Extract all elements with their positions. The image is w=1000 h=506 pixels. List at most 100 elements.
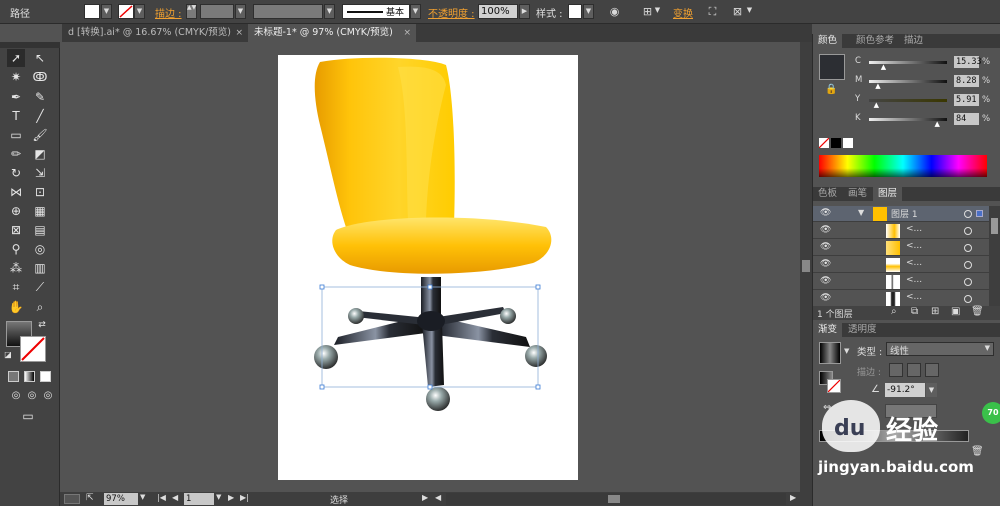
profile-dropdown[interactable]: ▼ <box>324 4 335 19</box>
sublayer-name[interactable]: <... <box>906 292 922 302</box>
graphic-style-swatch[interactable] <box>568 4 582 19</box>
visibility-eye-icon[interactable]: 👁 <box>820 225 831 235</box>
new-sublayer-icon[interactable]: ⊞ <box>931 306 939 317</box>
slider-thumb[interactable]: ▲ <box>874 101 879 109</box>
tab-swatches[interactable]: 色板 <box>813 187 842 201</box>
layer-name[interactable]: 图层 1 <box>891 207 918 220</box>
artboard-page-input[interactable]: 1 <box>184 493 214 505</box>
stroke-weight-stepper[interactable]: ▲▼ <box>186 4 197 19</box>
stroke-weight-label[interactable]: 描边 : <box>155 5 182 20</box>
fill-swatch[interactable] <box>84 4 100 19</box>
isolate-selection-icon[interactable]: ⛶ <box>705 4 720 19</box>
slider-thumb[interactable]: ▲ <box>881 63 886 71</box>
target-circle-icon[interactable] <box>964 278 972 286</box>
next-artboard-icon[interactable]: ▶ <box>228 493 234 502</box>
eyedropper-tool-icon[interactable]: ⚲ <box>7 240 25 258</box>
stroke-color-box[interactable] <box>20 336 46 362</box>
sublayer-name[interactable]: <... <box>906 224 922 234</box>
scale-tool-icon[interactable]: ⇲ <box>31 164 49 182</box>
close-icon[interactable]: × <box>235 24 243 42</box>
visibility-eye-icon[interactable]: 👁 <box>820 276 831 286</box>
color-spectrum-bar[interactable] <box>819 155 987 177</box>
fill-dropdown[interactable]: ▼ <box>101 4 112 19</box>
zoom-tool-icon[interactable]: ⌕ <box>31 298 49 316</box>
selection-tool-icon[interactable]: ➚ <box>7 49 25 67</box>
locate-object-icon[interactable]: ⌕ <box>891 306 897 317</box>
opacity-label[interactable]: 不透明度 : <box>428 5 475 20</box>
canvas-vertical-scrollbar[interactable] <box>800 42 812 492</box>
direct-selection-tool-icon[interactable]: ↖ <box>31 49 49 67</box>
share-icon[interactable]: ⇱ <box>86 493 94 503</box>
artboard-tool-icon[interactable]: ⌗ <box>7 278 25 296</box>
scrollbar-thumb[interactable] <box>991 218 998 234</box>
screen-mode-icon[interactable]: ▭ <box>18 407 38 425</box>
column-graph-tool-icon[interactable]: ▥ <box>31 259 49 277</box>
style-dropdown[interactable]: ▼ <box>583 4 594 19</box>
pen-tool-icon[interactable]: ✒ <box>7 88 25 106</box>
eraser-tool-icon[interactable]: ◩ <box>31 145 49 163</box>
visibility-eye-icon[interactable]: 👁 <box>820 293 831 303</box>
recolor-artwork-icon[interactable]: ◉ <box>607 4 622 19</box>
type-tool-icon[interactable]: T <box>7 107 25 125</box>
perspective-grid-tool-icon[interactable]: ▦ <box>31 202 49 220</box>
visibility-eye-icon[interactable]: 👁 <box>820 208 831 218</box>
stroke-swatch[interactable] <box>118 4 134 19</box>
gradient-mode-icon[interactable] <box>24 371 35 382</box>
scrollbar-thumb[interactable] <box>608 495 620 503</box>
stroke-within-icon[interactable] <box>889 363 903 377</box>
magic-wand-tool-icon[interactable]: ✷ <box>7 68 25 86</box>
brush-definition[interactable]: 基本 <box>342 4 410 19</box>
target-circle-icon[interactable] <box>964 210 972 218</box>
lasso-tool-icon[interactable]: ↂ <box>31 68 49 86</box>
slider-thumb[interactable]: ▲ <box>875 82 880 90</box>
toolbox-grip[interactable] <box>0 42 60 48</box>
width-tool-icon[interactable]: ⋈ <box>7 183 25 201</box>
sublayer-row[interactable]: 👁 <... <box>813 240 989 256</box>
zoom-dropdown-icon[interactable]: ▼ <box>140 493 145 501</box>
sublayer-name[interactable]: <... <box>906 258 922 268</box>
align-dropdown[interactable]: ▼ <box>652 4 663 19</box>
horizontal-scrollbar[interactable] <box>446 493 786 505</box>
gradient-preview[interactable] <box>819 342 841 364</box>
slider-value[interactable]: 84 <box>954 113 979 125</box>
sublayer-row[interactable]: 👁 <... <box>813 291 989 307</box>
stroke-dropdown[interactable]: ▼ <box>134 4 145 19</box>
black-swatch[interactable] <box>831 138 841 148</box>
angle-dropdown[interactable]: ▼ <box>926 383 937 397</box>
visibility-eye-icon[interactable]: 👁 <box>820 259 831 269</box>
tab-layers[interactable]: 图层 <box>873 187 903 201</box>
color-mode-icon[interactable] <box>8 371 19 382</box>
gradient-angle-input[interactable]: -91.2° <box>885 383 925 397</box>
sublayer-row[interactable]: 👁 <... <box>813 223 989 239</box>
layers-scrollbar[interactable] <box>989 206 1000 306</box>
delete-layer-icon[interactable]: 🗑 <box>971 306 984 317</box>
panel-menu-dropdown[interactable]: ▼ <box>744 4 755 19</box>
rectangle-tool-icon[interactable]: ▭ <box>7 126 25 144</box>
slider-track[interactable] <box>869 99 947 102</box>
gradient-tool-icon[interactable]: ▤ <box>31 221 49 239</box>
free-transform-tool-icon[interactable]: ⊡ <box>31 183 49 201</box>
last-artboard-icon[interactable]: ▶| <box>240 493 249 502</box>
tab-transparency[interactable]: 透明度 <box>843 323 882 337</box>
blend-tool-icon[interactable]: ◎ <box>31 240 49 258</box>
default-colors-icon[interactable]: ◪ <box>2 349 14 361</box>
previous-artboard-icon[interactable]: ◀ <box>172 493 178 502</box>
slider-value[interactable]: 15.33 <box>954 56 982 68</box>
white-swatch[interactable] <box>843 138 853 148</box>
target-circle-icon[interactable] <box>964 227 972 235</box>
brush-dropdown[interactable]: ▼ <box>410 4 421 19</box>
tab-document-d[interactable]: d [转换].ai* @ 16.67% (CMYK/预览) × <box>62 24 248 42</box>
gradient-stroke-box[interactable] <box>827 379 841 393</box>
tab-gradient[interactable]: 渐变 <box>813 323 843 337</box>
expand-triangle-icon[interactable]: ▼ <box>858 208 864 217</box>
page-dropdown-icon[interactable]: ▼ <box>216 493 221 501</box>
paintbrush-tool-icon[interactable]: 🖌 <box>31 126 49 144</box>
none-swatch[interactable] <box>818 137 830 149</box>
close-icon[interactable]: × <box>403 24 411 42</box>
sublayer-name[interactable]: <... <box>906 275 922 285</box>
opacity-input[interactable]: 100% <box>478 4 518 19</box>
stroke-weight-dropdown[interactable]: ▼ <box>235 4 246 19</box>
sublayer-row[interactable]: 👁 <... <box>813 257 989 273</box>
none-mode-icon[interactable] <box>40 371 51 382</box>
first-artboard-icon[interactable]: |◀ <box>157 493 166 502</box>
